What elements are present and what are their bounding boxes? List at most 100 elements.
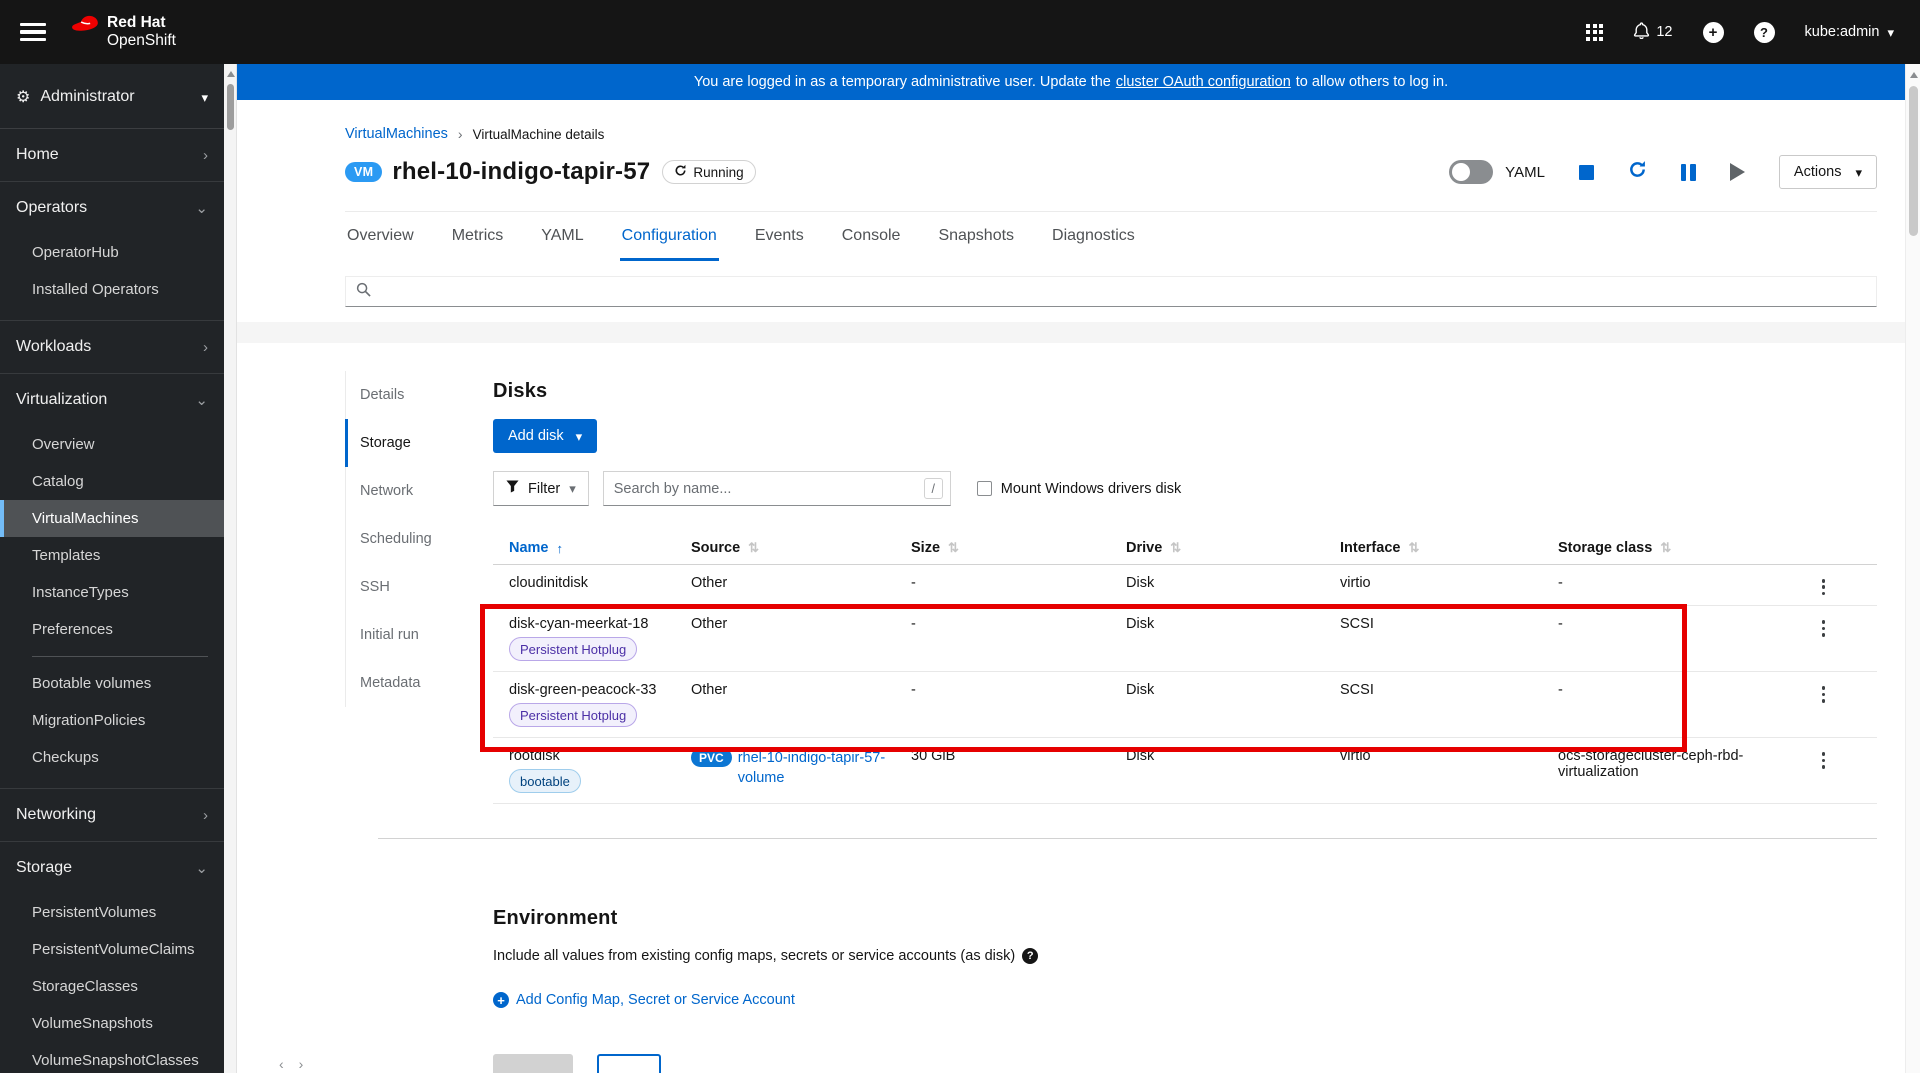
kebab-menu[interactable] xyxy=(1819,672,1841,737)
config-nav-initial-run[interactable]: Initial run xyxy=(345,611,493,659)
sidebar-item-operatorhub[interactable]: OperatorHub xyxy=(0,234,224,271)
actions-dropdown[interactable]: Actions ▾ xyxy=(1778,155,1877,189)
sidebar-item-checkups[interactable]: Checkups xyxy=(0,739,224,776)
environment-description: Include all values from existing config … xyxy=(493,948,1016,965)
sidebar-item-bootable-volumes[interactable]: Bootable volumes xyxy=(0,665,224,702)
notification-count-badge: 12 xyxy=(1656,24,1673,40)
app-launcher-icon[interactable] xyxy=(1586,23,1604,41)
configuration-search-input[interactable] xyxy=(345,276,1877,307)
status-badge: Running xyxy=(662,160,756,184)
tab-configuration[interactable]: Configuration xyxy=(619,212,719,261)
bootable-label: bootable xyxy=(509,769,581,794)
column-header-storage-class[interactable]: Storage class ⇅ xyxy=(1558,532,1782,564)
sidebar-item-preferences[interactable]: Preferences xyxy=(0,611,224,648)
sidebar-item-virtualmachines[interactable]: VirtualMachines xyxy=(0,500,224,537)
table-row-rootdisk: rootdisk bootable PVC rhel-10-indigo-tap… xyxy=(493,738,1877,805)
sidebar-item-instancetypes[interactable]: InstanceTypes xyxy=(0,574,224,611)
tab-yaml[interactable]: YAML xyxy=(539,212,585,261)
sidebar-item-storage[interactable]: Storage ⌄ xyxy=(0,842,224,894)
sidebar-item-migrationpolicies[interactable]: MigrationPolicies xyxy=(0,702,224,739)
tab-snapshots[interactable]: Snapshots xyxy=(936,212,1016,261)
tab-diagnostics[interactable]: Diagnostics xyxy=(1050,212,1137,261)
scrollbar-thumb[interactable] xyxy=(226,84,234,130)
environment-save-button[interactable] xyxy=(493,1054,573,1073)
disk-name: disk-green-peacock-33 xyxy=(509,682,657,699)
sidebar-item-templates[interactable]: Templates xyxy=(0,537,224,574)
filter-dropdown[interactable]: Filter ▾ xyxy=(493,471,589,506)
column-header-drive[interactable]: Drive ⇅ xyxy=(1126,532,1340,564)
help-icon[interactable]: ? xyxy=(1022,948,1039,965)
config-nav-details[interactable]: Details xyxy=(345,371,493,419)
sidebar-item-virtualization[interactable]: Virtualization ⌄ xyxy=(0,374,224,426)
quick-create-icon[interactable]: + xyxy=(1702,21,1724,43)
add-disk-button[interactable]: Add disk ▾ xyxy=(493,419,598,453)
stop-vm-button[interactable] xyxy=(1578,164,1594,180)
sidebar-item-operators[interactable]: Operators ⌄ xyxy=(0,182,224,234)
sidebar-item-home[interactable]: Home › xyxy=(0,129,224,181)
chevron-right-icon: › xyxy=(203,338,208,356)
page-scrollbar[interactable] xyxy=(1905,64,1920,1073)
openshift-console: Red Hat OpenShift 12 + ? kube:admin ▾ ⚙ … xyxy=(0,0,1920,1073)
tab-metrics[interactable]: Metrics xyxy=(450,212,506,261)
column-header-interface[interactable]: Interface ⇅ xyxy=(1340,532,1558,564)
sidebar-item-catalog[interactable]: Catalog xyxy=(0,463,224,500)
sidebar-item-installed-operators[interactable]: Installed Operators xyxy=(0,271,224,308)
config-nav-metadata[interactable]: Metadata xyxy=(345,659,493,707)
banner-text-after: to allow others to log in. xyxy=(1295,74,1449,90)
pause-icon xyxy=(1680,163,1696,181)
pvc-link[interactable]: rhel-10-indigo-tapir-57-volume xyxy=(738,748,899,788)
column-header-name[interactable]: Name ↑ xyxy=(493,532,691,564)
environment-heading: Environment xyxy=(493,907,618,930)
user-menu[interactable]: kube:admin ▾ xyxy=(1805,24,1895,40)
tab-overview[interactable]: Overview xyxy=(345,212,416,261)
notifications-button[interactable]: 12 xyxy=(1633,21,1673,43)
config-nav-storage[interactable]: Storage xyxy=(345,419,493,467)
search-by-name-input[interactable] xyxy=(603,480,924,497)
tab-console[interactable]: Console xyxy=(840,212,903,261)
nav-toggle-icon[interactable] xyxy=(20,22,46,42)
sync-icon xyxy=(674,164,687,180)
sidebar-item-virt-overview[interactable]: Overview xyxy=(0,426,224,463)
sidebar-item-persistentvolumeclaims[interactable]: PersistentVolumeClaims xyxy=(0,931,224,968)
search-icon xyxy=(356,282,371,302)
start-vm-button[interactable] xyxy=(1729,163,1745,181)
sidebar-item-workloads[interactable]: Workloads › xyxy=(0,321,224,373)
column-header-size[interactable]: Size ⇅ xyxy=(911,532,1126,564)
config-nav-scheduling[interactable]: Scheduling xyxy=(345,515,493,563)
restart-vm-button[interactable] xyxy=(1628,160,1647,184)
breadcrumb: VirtualMachines › VirtualMachine details xyxy=(345,126,1877,142)
scrollbar-up-arrow[interactable] xyxy=(227,71,235,77)
sidebar-item-volumesnapshotclasses[interactable]: VolumeSnapshotClasses xyxy=(0,1042,224,1073)
environment-reload-button[interactable] xyxy=(597,1054,661,1073)
pause-vm-button[interactable] xyxy=(1680,163,1696,181)
perspective-label: Administrator xyxy=(40,88,135,105)
config-nav-ssh[interactable]: SSH xyxy=(345,563,493,611)
username: kube:admin xyxy=(1804,24,1880,40)
sidebar-item-persistentvolumes[interactable]: PersistentVolumes xyxy=(0,894,224,931)
oauth-config-link[interactable]: cluster OAuth configuration xyxy=(1116,74,1291,90)
perspective-switcher[interactable]: ⚙ Administrator ▾ xyxy=(0,64,224,129)
breadcrumb-virtualmachines-link[interactable]: VirtualMachines xyxy=(345,126,448,142)
disk-name-cell: rootdisk bootable xyxy=(493,738,691,803)
tab-events[interactable]: Events xyxy=(753,212,806,261)
add-config-map-link[interactable]: + Add Config Map, Secret or Service Acco… xyxy=(493,992,1877,1009)
sidebar-item-storageclasses[interactable]: StorageClasses xyxy=(0,968,224,1005)
horizontal-scroll-arrows: ‹ › xyxy=(279,1056,303,1072)
brand-logo[interactable]: Red Hat OpenShift xyxy=(70,14,176,50)
scrollbar-up-arrow[interactable] xyxy=(1909,72,1918,78)
scroll-left-arrow[interactable]: ‹ xyxy=(279,1056,284,1072)
scroll-right-arrow[interactable]: › xyxy=(299,1056,304,1072)
caret-down-icon: ▾ xyxy=(569,481,576,496)
kebab-menu[interactable] xyxy=(1819,565,1841,605)
config-nav-network[interactable]: Network xyxy=(345,467,493,515)
help-icon[interactable]: ? xyxy=(1753,21,1775,43)
sidebar-item-volumesnapshots[interactable]: VolumeSnapshots xyxy=(0,1005,224,1042)
column-header-source[interactable]: Source ⇅ xyxy=(691,532,911,564)
kebab-menu[interactable] xyxy=(1819,738,1841,803)
sidebar-item-networking[interactable]: Networking › xyxy=(0,789,224,841)
yaml-switch-toggle[interactable] xyxy=(1449,160,1494,184)
kebab-menu[interactable] xyxy=(1819,606,1841,671)
scrollbar-thumb[interactable] xyxy=(1908,86,1918,236)
mount-windows-drivers-checkbox[interactable] xyxy=(976,481,992,496)
sidebar-scrollbar[interactable] xyxy=(224,64,237,1073)
